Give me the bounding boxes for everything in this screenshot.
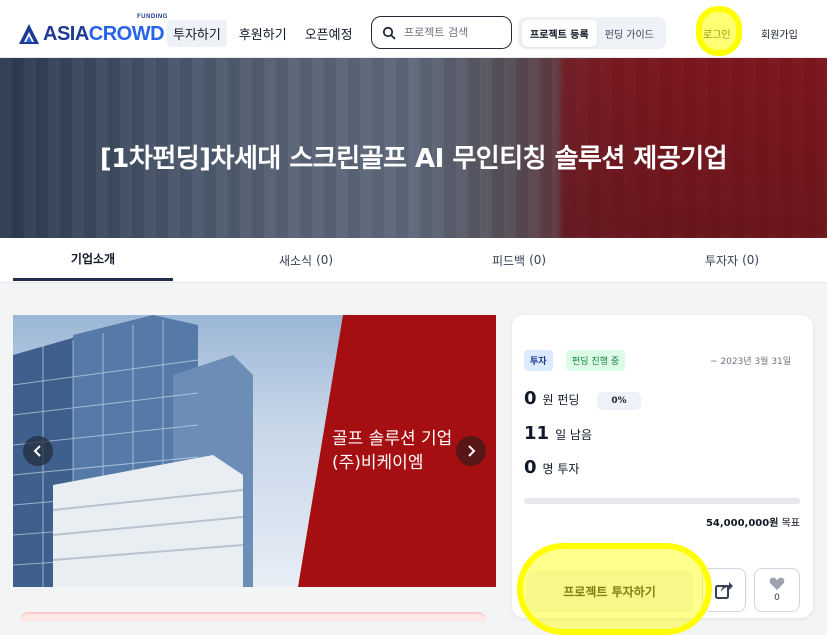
carousel-next-button[interactable] [456,436,486,466]
investor-count-unit: 명 투자 [542,462,580,476]
deadline-text: ~ 2023년 3월 31일 [710,357,792,367]
image-carousel: 골프 솔루션 기업 (주)비케이엠 [13,315,496,587]
tab-news[interactable]: 새소식 (0) [226,238,386,282]
days-remaining-value: 11 [524,423,550,444]
funding-guide-button[interactable]: 펀딩 가이드 [597,20,662,47]
slide-caption-line2: (주)비케이엠 [332,453,424,473]
tab-feedback[interactable]: 피드백 (0) [439,238,599,282]
funding-progress-bar [524,498,800,504]
slide-caption-line1: 골프 솔루션 기업 [332,429,453,449]
invest-project-button[interactable]: 프로젝트 투자하기 [526,570,693,612]
logo-mark-icon [18,23,40,45]
target-amount-label: 목표 [781,518,800,529]
search-input[interactable] [404,26,504,39]
nav-invest[interactable]: 투자하기 [167,20,227,47]
investor-count-value: 0 [524,457,537,478]
main-nav: 투자하기 후원하기 오픈예정 [167,20,359,47]
funding-percent-badge: 0% [597,392,641,410]
tab-count: (0) [316,253,334,267]
like-count: 0 [774,593,780,603]
tab-label: 피드백 [491,253,526,268]
signup-link[interactable]: 회원가입 [761,26,798,41]
investor-count: 0 명 투자 [524,457,579,478]
type-badge: 투자 [524,350,553,371]
search-box[interactable] [371,16,512,49]
share-icon [715,582,733,599]
chevron-left-icon [33,445,41,457]
target-amount-value: 54,000,000원 [705,518,779,529]
carousel-prev-button[interactable] [23,436,53,466]
funded-amount: 0 원 펀딩 [524,388,579,409]
nav-sponsor[interactable]: 후원하기 [233,20,293,47]
chevron-right-icon [468,445,476,457]
logo-subtitle: FUNDING [137,14,168,20]
slide-caption: 골프 솔루션 기업 (주)비케이엠 [332,427,452,475]
nav-upcoming[interactable]: 오픈예정 [299,20,359,47]
tab-label: 투자자 [704,253,739,268]
funding-summary-card: 투자 펀딩 진행 중 ~ 2023년 3월 31일 0 원 펀딩 0% 11 일… [512,315,813,618]
tab-company-intro[interactable]: 기업소개 [13,238,173,281]
like-button[interactable]: 0 [754,568,800,612]
top-header: ASIACROWD FUNDING 투자하기 후원하기 오픈예정 프로젝트 등록… [0,0,827,58]
tab-count: (0) [742,253,760,267]
logo-text: ASIACROWD [43,23,165,45]
tab-count: (0) [529,253,547,267]
days-remaining-unit: 일 남음 [555,428,592,442]
hero-banner: [1차펀딩]차세대 스크린골프 AI 무인티칭 솔루션 제공기업 [0,58,827,238]
login-link[interactable]: 로그인 [703,26,731,41]
status-badge: 펀딩 진행 중 [566,350,626,371]
days-remaining: 11 일 남음 [524,423,592,444]
heart-icon [769,577,785,590]
tab-label: 새소식 [278,253,313,268]
funded-amount-value: 0 [524,388,537,409]
tab-investors[interactable]: 투자자 (0) [652,238,812,282]
building-illustration [13,315,253,587]
share-button[interactable] [702,568,746,612]
asiacrowd-logo[interactable]: ASIACROWD FUNDING [18,14,167,46]
project-title: [1차펀딩]차세대 스크린골프 AI 무인티칭 솔루션 제공기업 [99,144,728,174]
target-amount: 54,000,000원 목표 [706,514,800,529]
project-tabs: 기업소개 새소식 (0) 피드백 (0) 투자자 (0) [0,238,827,283]
funded-amount-unit: 원 펀딩 [542,393,580,407]
search-icon [382,26,396,39]
register-project-button[interactable]: 프로젝트 등록 [522,19,597,47]
tab-label: 기업소개 [70,251,116,266]
content-card-top-edge [20,612,486,622]
project-actions: 프로젝트 등록 펀딩 가이드 [518,17,666,49]
building-image [13,315,343,587]
